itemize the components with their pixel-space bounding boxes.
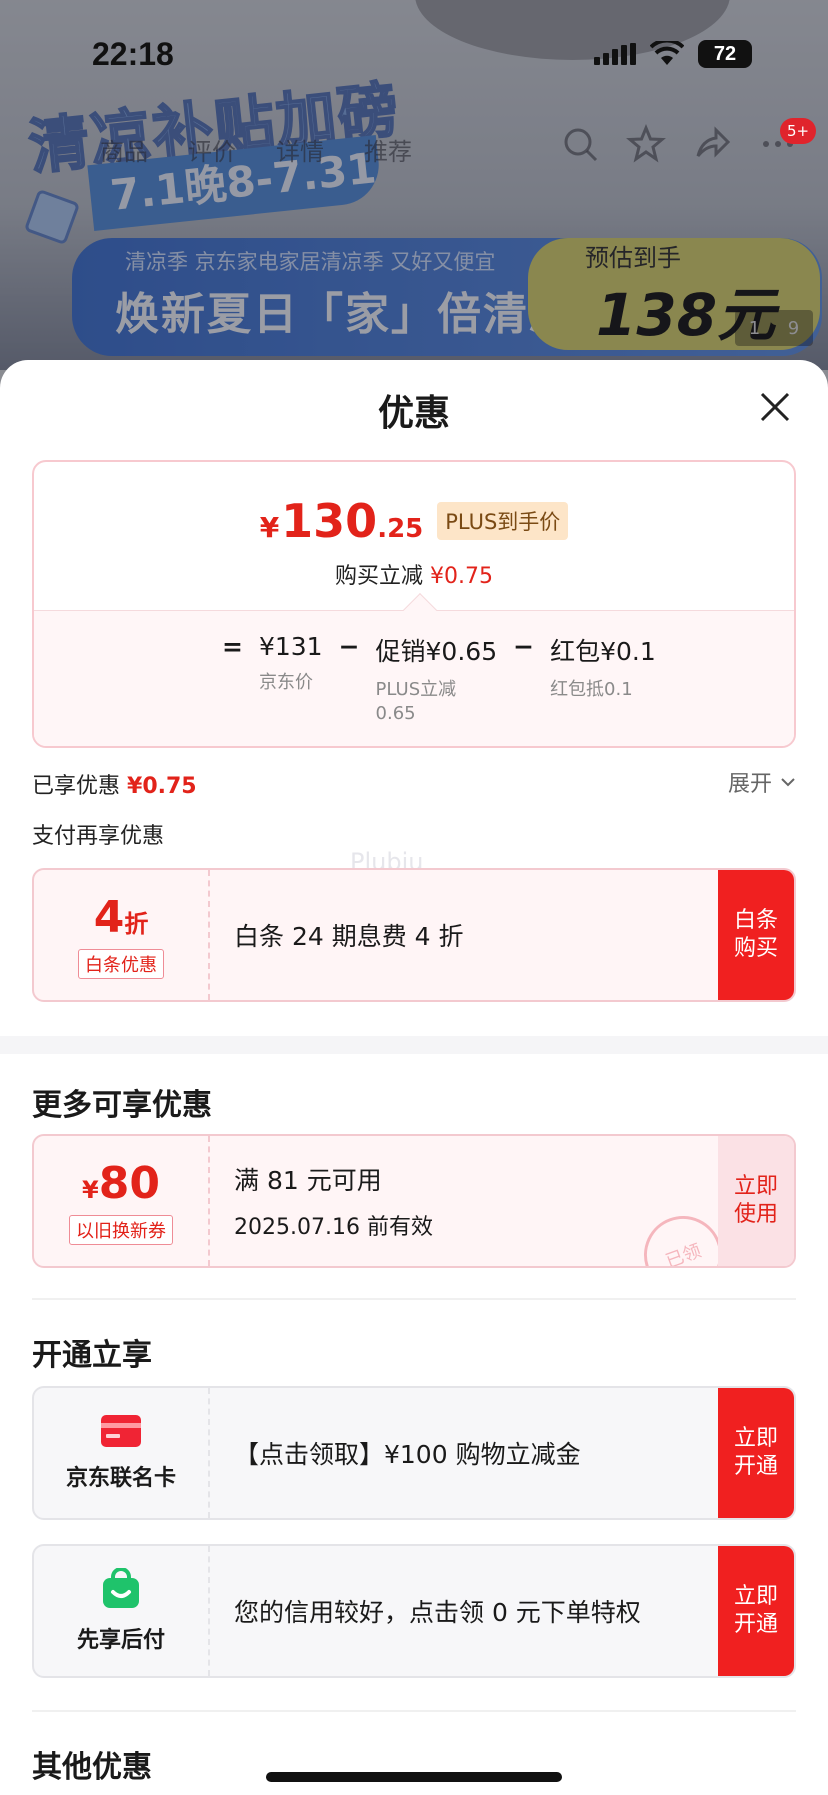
chevron-down-icon	[781, 778, 795, 787]
enjoyed-discount: 已享优惠 ¥0.75	[32, 768, 197, 800]
other-offers-title: 其他优惠	[32, 1750, 152, 1785]
tab-details[interactable]: 详情	[276, 132, 324, 167]
home-indicator[interactable]	[266, 1772, 562, 1782]
tab-goods[interactable]: 商品	[100, 132, 148, 167]
divider-2	[32, 1710, 796, 1712]
tradein-coupon-card[interactable]: ¥80 以旧换新券 满 81 元可用 2025.07.16 前有效 已领 立即使…	[32, 1134, 796, 1268]
coupon-info: 满 81 元可用 2025.07.16 前有效	[234, 1136, 433, 1266]
pay-later-desc-block: 您的信用较好，点击领 0 元下单特权	[234, 1546, 641, 1676]
redpacket-label: 红包抵0.1	[550, 679, 633, 700]
enjoyed-label: 已享优惠	[32, 774, 121, 799]
open-pay-later-button[interactable]: 立即开通	[718, 1546, 794, 1676]
formula-promo: 促销¥0.65 PLUS立减 0.65	[376, 632, 498, 726]
promo-label: PLUS立减 0.65	[375, 679, 457, 724]
reduce-value: ¥0.75	[430, 564, 493, 589]
reduce-label: 购买立减	[335, 564, 424, 589]
jd-card-desc-block: 【点击领取】¥100 购物立减金	[234, 1388, 581, 1518]
base-price-label: 京东价	[258, 672, 313, 693]
price-formula: = ¥131 京东价 − 促销¥0.65 PLUS立减 0.65 − 红包¥0.…	[222, 632, 656, 726]
base-price: ¥131	[258, 632, 323, 661]
share-icon[interactable]	[692, 124, 732, 164]
section-gap	[0, 1036, 828, 1054]
status-icons: 72	[594, 40, 752, 68]
wifi-icon	[650, 41, 684, 65]
coupon-amount-block: ¥80 以旧换新券	[34, 1136, 210, 1266]
divider	[32, 1298, 796, 1300]
credit-card-icon	[101, 1415, 141, 1447]
baitiao-discount-value: 4折	[94, 892, 149, 943]
baitiao-desc-block: 白条 24 期息费 4 折	[234, 870, 464, 1000]
promo-value: 促销¥0.65	[375, 637, 498, 666]
nav-icons	[560, 124, 798, 164]
coupon-condition: 满 81 元可用	[234, 1166, 382, 1195]
search-icon[interactable]	[560, 124, 600, 164]
coupon-tag: 以旧换新券	[69, 1214, 173, 1245]
close-icon[interactable]	[758, 390, 792, 424]
price-yen: ¥	[259, 511, 280, 544]
tab-reviews[interactable]: 评价	[188, 132, 236, 167]
baitiao-tag: 白条优惠	[78, 948, 164, 979]
jd-card-logo-block: 京东联名卡	[34, 1388, 210, 1518]
formula-base: ¥131 京东价	[259, 632, 323, 695]
price-decimal: .25	[377, 514, 424, 544]
expand-label: 展开	[727, 772, 772, 797]
redpacket-value: 红包¥0.1	[550, 637, 656, 666]
coupon-amount: ¥80	[82, 1158, 160, 1209]
cellular-signal-icon	[594, 43, 636, 65]
battery-icon: 72	[698, 40, 752, 68]
plus-price-tag: PLUS到手价	[437, 502, 569, 540]
jd-cobrand-card-offer[interactable]: 京东联名卡 【点击领取】¥100 购物立减金 立即开通	[32, 1386, 796, 1520]
baitiao-offer-card[interactable]: 4折 白条优惠 白条 24 期息费 4 折 白条购买	[32, 868, 796, 1002]
pay-later-logo-block: 先享后付	[34, 1546, 210, 1676]
shopping-bag-icon	[103, 1568, 139, 1608]
discount-sheet: 优惠 ¥ 130 .25 PLUS到手价 购买立减 ¥0.75 = ¥131 京…	[0, 360, 828, 1795]
coupon-yen: ¥	[82, 1175, 99, 1204]
tab-recommend[interactable]: 推荐	[364, 132, 412, 167]
formula-redpacket: 红包¥0.1 红包抵0.1	[550, 632, 656, 702]
formula-minus: −	[338, 632, 360, 661]
instant-reduce: 购买立减 ¥0.75	[34, 558, 794, 590]
pay-later-desc: 您的信用较好，点击领 0 元下单特权	[234, 1598, 641, 1627]
open-jd-card-button[interactable]: 立即开通	[718, 1388, 794, 1518]
status-time: 22:18	[92, 36, 174, 72]
jd-card-caption: 京东联名卡	[65, 1466, 176, 1491]
formula-equals: =	[222, 632, 243, 661]
plus-price: ¥ 130 .25 PLUS到手价	[34, 494, 794, 548]
pay-later-offer[interactable]: 先享后付 您的信用较好，点击领 0 元下单特权 立即开通	[32, 1544, 796, 1678]
enjoyed-value: ¥0.75	[127, 774, 197, 799]
coupon-expiry: 2025.07.16 前有效	[234, 1215, 433, 1240]
baitiao-desc: 白条 24 期息费 4 折	[234, 922, 464, 951]
open-offers-title: 开通立享	[32, 1338, 152, 1373]
jd-card-desc: 【点击领取】¥100 购物立减金	[234, 1440, 581, 1469]
expand-button[interactable]: 展开	[728, 766, 796, 798]
message-badge: 5+	[780, 118, 816, 144]
use-coupon-button[interactable]: 立即使用	[718, 1136, 794, 1266]
price-integer: 130	[281, 494, 378, 548]
price-breakdown-card: ¥ 130 .25 PLUS到手价 购买立减 ¥0.75 = ¥131 京东价 …	[32, 460, 796, 748]
sheet-title: 优惠	[377, 393, 450, 434]
more-offers-title: 更多可享优惠	[32, 1088, 212, 1123]
baitiao-discount: 4折 白条优惠	[34, 870, 210, 1000]
formula-minus-2: −	[513, 632, 535, 661]
pay-more-label: 支付再享优惠	[32, 824, 165, 849]
baitiao-discount-unit: 折	[124, 909, 149, 938]
star-icon[interactable]	[626, 124, 666, 164]
coupon-value: 80	[98, 1157, 160, 1209]
pay-later-caption: 先享后付	[76, 1628, 165, 1653]
product-nav-tabs: 商品 评价 详情 推荐	[100, 132, 412, 167]
baitiao-discount-num: 4	[93, 891, 125, 943]
baitiao-buy-button[interactable]: 白条购买	[718, 870, 794, 1000]
